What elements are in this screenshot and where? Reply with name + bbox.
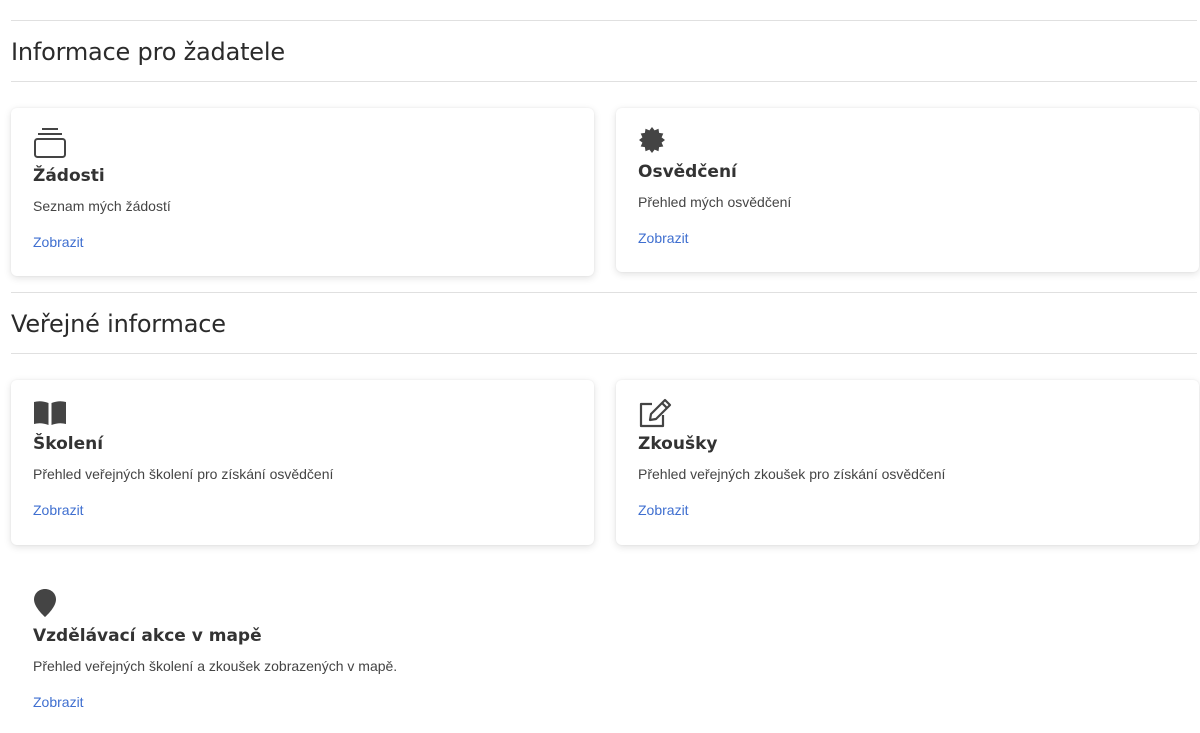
card-title: Školení [33,434,104,454]
section-divider-public [11,353,1197,354]
show-exams-link[interactable]: Zobrazit [638,502,689,518]
show-requests-link[interactable]: Zobrazit [33,234,84,250]
card-title: Osvědčení [638,162,737,182]
show-trainings-link[interactable]: Zobrazit [33,502,84,518]
show-certificates-link[interactable]: Zobrazit [638,230,689,246]
card-title: Žádosti [33,166,105,186]
section-divider-middle [11,292,1197,293]
card-title: Zkoušky [638,434,718,454]
edit-pencil-icon [638,398,672,433]
card-requests: Žádosti Seznam mých žádostí Zobrazit [11,108,594,276]
section-title-public: Veřejné informace [11,310,226,338]
card-certificates: Osvědčení Přehled mých osvědčení Zobrazi… [616,108,1199,272]
open-book-icon [33,400,67,431]
badge-seal-icon [638,126,666,159]
card-description: Přehled veřejných zkoušek pro získání os… [638,466,946,482]
section-title-applicant: Informace pro žadatele [11,38,285,66]
card-description: Přehled veřejných školení pro získání os… [33,466,334,482]
show-map-link[interactable]: Zobrazit [33,694,84,710]
section-divider-applicant [11,81,1197,82]
section-divider-top [11,20,1197,21]
card-exams: Zkoušky Přehled veřejných zkoušek pro zí… [616,380,1199,545]
card-description: Přehled mých osvědčení [638,194,792,210]
map-pin-icon [33,588,57,623]
inbox-stack-icon [33,126,67,165]
card-map: Vzdělávací akce v mapě Přehled veřejných… [11,572,594,733]
card-description: Přehled veřejných školení a zkoušek zobr… [33,658,398,674]
card-description: Seznam mých žádostí [33,198,171,214]
card-trainings: Školení Přehled veřejných školení pro zí… [11,380,594,545]
card-title: Vzdělávací akce v mapě [33,626,262,646]
